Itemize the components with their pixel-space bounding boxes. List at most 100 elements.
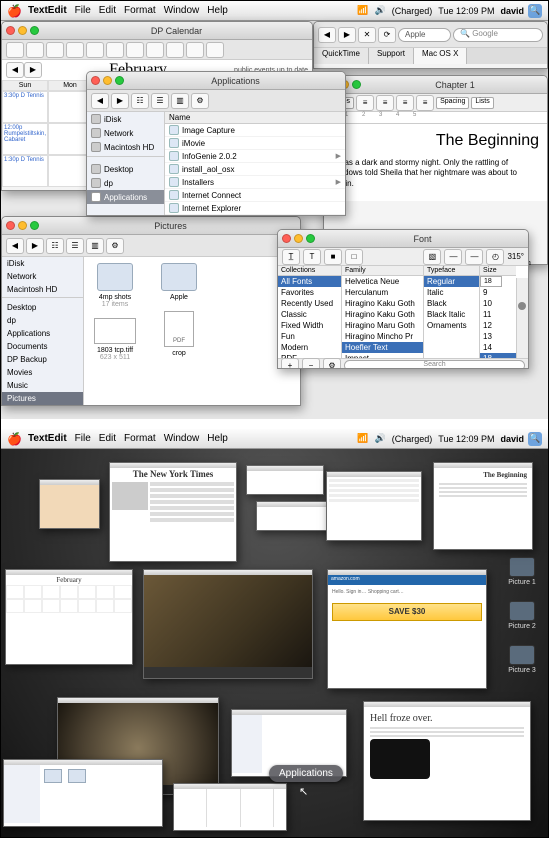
size-item[interactable]: 12 bbox=[480, 320, 516, 331]
action-button[interactable]: ⚙ bbox=[106, 238, 124, 254]
family-item[interactable]: Hoefler Text bbox=[342, 342, 423, 353]
color-button[interactable]: ■ bbox=[324, 249, 342, 265]
sidebar-item[interactable]: Desktop bbox=[2, 301, 83, 314]
expose-window-video[interactable] bbox=[143, 569, 313, 679]
folder-item[interactable]: Apple bbox=[154, 263, 204, 301]
remove-button[interactable]: − bbox=[302, 358, 320, 370]
cal-btn[interactable] bbox=[6, 42, 24, 58]
family-item[interactable]: Hiragino Kaku Goth bbox=[342, 298, 423, 309]
zoom-icon[interactable] bbox=[30, 221, 39, 230]
back-button[interactable]: ◀ bbox=[91, 93, 109, 109]
collection-item[interactable]: Fixed Width bbox=[278, 320, 341, 331]
cal-btn[interactable] bbox=[186, 42, 204, 58]
collection-item[interactable]: Fun bbox=[278, 331, 341, 342]
zoom-icon[interactable] bbox=[352, 80, 361, 89]
menu-format[interactable]: Format bbox=[124, 433, 156, 444]
cal-btn[interactable] bbox=[26, 42, 44, 58]
expose-window-amazon[interactable]: amazon.comHello. Sign in… Shopping cart…… bbox=[327, 569, 487, 689]
cal-btn[interactable] bbox=[166, 42, 184, 58]
align-center-button[interactable]: ≡ bbox=[376, 95, 394, 111]
list-item[interactable]: install_aol_osx bbox=[165, 163, 345, 176]
family-item[interactable]: Helvetica Neue bbox=[342, 276, 423, 287]
expose-window-nyt[interactable]: The New York Times bbox=[109, 462, 237, 562]
app-name[interactable]: TextEdit bbox=[28, 433, 67, 444]
typeface-item[interactable]: Italic bbox=[424, 287, 479, 298]
menu-help[interactable]: Help bbox=[207, 433, 228, 444]
calendar-cell[interactable]: 1:30p D Tennis bbox=[2, 155, 48, 187]
align-justify-button[interactable]: ≡ bbox=[416, 95, 434, 111]
action-button[interactable]: ⚙ bbox=[191, 93, 209, 109]
size-item[interactable]: 18 bbox=[480, 353, 516, 358]
sidebar-item[interactable]: Movies bbox=[2, 366, 83, 379]
sidebar-item[interactable]: Network bbox=[87, 126, 164, 140]
action-button[interactable]: ⚙ bbox=[323, 358, 341, 370]
minimize-icon[interactable] bbox=[103, 76, 112, 85]
align-right-button[interactable]: ≡ bbox=[396, 95, 414, 111]
close-icon[interactable] bbox=[91, 76, 100, 85]
search-field[interactable]: 🔍 Google bbox=[453, 28, 543, 42]
size-field[interactable] bbox=[480, 276, 502, 287]
sidebar-item[interactable]: Applications bbox=[2, 327, 83, 340]
airport-icon[interactable]: 📶 bbox=[357, 433, 368, 444]
sidebar-item[interactable]: Macintosh HD bbox=[87, 140, 164, 154]
menu-format[interactable]: Format bbox=[124, 5, 156, 16]
size-slider[interactable] bbox=[516, 278, 528, 358]
size-item[interactable]: 10 bbox=[480, 298, 516, 309]
address-bar[interactable]: Apple bbox=[398, 28, 451, 42]
next-month-button[interactable]: ▶ bbox=[24, 62, 42, 78]
apple-menu-icon[interactable]: 🍎 bbox=[7, 432, 22, 446]
reload-button[interactable]: ⟳ bbox=[378, 27, 396, 43]
zoom-icon[interactable] bbox=[306, 234, 315, 243]
expose-window[interactable] bbox=[246, 465, 324, 495]
shadow-slider[interactable]: — bbox=[465, 249, 483, 265]
user-menu[interactable]: david bbox=[500, 434, 524, 444]
battery-status[interactable]: (Charged) bbox=[392, 434, 433, 444]
bgcolor-button[interactable]: □ bbox=[345, 249, 363, 265]
desktop-file[interactable]: Picture 1 bbox=[502, 557, 542, 586]
menu-file[interactable]: File bbox=[75, 433, 91, 444]
sidebar-item-applications[interactable]: Applications bbox=[87, 190, 164, 204]
expose-window-apple[interactable]: Hell froze over. bbox=[363, 701, 531, 821]
fwd-button[interactable]: ▶ bbox=[26, 238, 44, 254]
file-item[interactable]: crop bbox=[154, 311, 204, 357]
list-item[interactable]: Image Capture bbox=[165, 124, 345, 137]
family-item[interactable]: Hiragino Mincho Pr bbox=[342, 331, 423, 342]
menu-edit[interactable]: Edit bbox=[99, 5, 116, 16]
view-list-button[interactable]: ☰ bbox=[151, 93, 169, 109]
expose-window-finder[interactable] bbox=[3, 759, 163, 827]
cal-btn[interactable] bbox=[126, 42, 144, 58]
spotlight-icon[interactable]: 🔍 bbox=[528, 432, 542, 446]
apple-menu-icon[interactable]: 🍎 bbox=[7, 4, 22, 18]
menu-edit[interactable]: Edit bbox=[99, 433, 116, 444]
align-left-button[interactable]: ≡ bbox=[356, 95, 374, 111]
collection-item[interactable]: Classic bbox=[278, 309, 341, 320]
view-column-button[interactable]: ▥ bbox=[171, 93, 189, 109]
ruler[interactable]: 0 1 2 3 4 5 bbox=[324, 112, 547, 124]
volume-icon[interactable]: 🔊 bbox=[375, 5, 386, 16]
shadow-slider[interactable]: — bbox=[444, 249, 462, 265]
collection-item[interactable]: Modern bbox=[278, 342, 341, 353]
expose-window[interactable] bbox=[39, 479, 100, 529]
typeface-item[interactable]: Black Italic bbox=[424, 309, 479, 320]
desktop-file[interactable]: Picture 2 bbox=[502, 601, 542, 630]
clock[interactable]: Tue 12:09 PM bbox=[438, 6, 494, 16]
calendar-cell[interactable]: 3:30p D Tennis bbox=[2, 91, 48, 123]
view-icon-button[interactable]: ☷ bbox=[131, 93, 149, 109]
view-column-button[interactable]: ▥ bbox=[86, 238, 104, 254]
cal-btn[interactable] bbox=[146, 42, 164, 58]
stop-button[interactable]: ✕ bbox=[358, 27, 376, 43]
list-item[interactable]: Internet Connect bbox=[165, 189, 345, 202]
tab-support[interactable]: Support bbox=[369, 48, 414, 64]
app-name[interactable]: TextEdit bbox=[28, 5, 67, 16]
typeface-item[interactable]: Regular bbox=[424, 276, 479, 287]
menu-window[interactable]: Window bbox=[164, 433, 200, 444]
underline-button[interactable]: T̲ bbox=[282, 249, 300, 265]
sidebar-item[interactable]: Macintosh HD bbox=[2, 283, 83, 296]
minimize-icon[interactable] bbox=[18, 221, 27, 230]
size-item[interactable]: 11 bbox=[480, 309, 516, 320]
shadow-angle[interactable]: ◴ bbox=[486, 249, 504, 265]
sidebar-item-pictures[interactable]: Pictures bbox=[2, 392, 83, 405]
cal-btn[interactable] bbox=[106, 42, 124, 58]
typeface-item[interactable]: Ornaments bbox=[424, 320, 479, 331]
sidebar-item[interactable]: dp bbox=[87, 176, 164, 190]
